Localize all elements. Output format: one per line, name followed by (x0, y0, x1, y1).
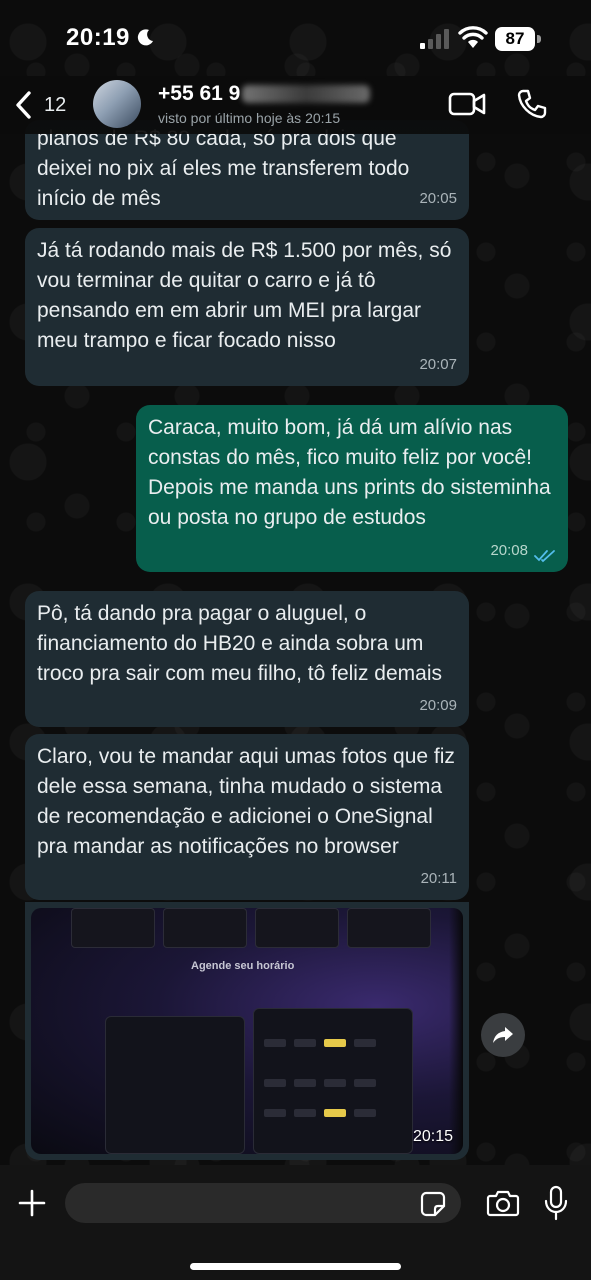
last-seen: visto por último hoje às 20:15 (158, 110, 341, 126)
battery-cap (537, 35, 541, 43)
photo-chip (354, 1109, 376, 1117)
sticker-icon[interactable] (420, 1191, 446, 1217)
cellular-signal-icon (420, 29, 449, 49)
contact-info[interactable]: +55 61 9 visto por último hoje às 20:15 (158, 82, 428, 126)
photo-card (71, 908, 155, 948)
forward-icon (493, 1027, 513, 1043)
battery-indicator: 87 (495, 27, 541, 51)
phone-icon[interactable] (516, 88, 548, 120)
photo-chip-selected (324, 1109, 346, 1117)
photo-chip (264, 1109, 286, 1117)
photo-chip-selected (324, 1039, 346, 1047)
status-time: 20:19 (66, 24, 130, 51)
shared-photo[interactable]: Agende seu horário 20:15 (31, 908, 463, 1154)
photo-calendar-panel (253, 1008, 413, 1154)
photo-card (347, 908, 431, 948)
photo-form-panel (105, 1016, 245, 1154)
photo-service-cards (71, 908, 431, 948)
photo-chip (294, 1079, 316, 1087)
double-check-read-icon (534, 550, 555, 563)
moon-icon (137, 29, 153, 46)
message-text: Pô, tá dando pra pagar o aluguel, o fina… (37, 602, 442, 685)
message-text: Já tá rodando mais de R$ 1.500 por mês, … (37, 239, 452, 352)
image-message[interactable]: Agende seu horário 20:15 (25, 902, 469, 1160)
wifi-icon (458, 26, 488, 48)
photo-card (163, 908, 247, 948)
contact-name: +55 61 9 (158, 82, 428, 106)
photo-chip (264, 1039, 286, 1047)
plus-icon[interactable] (16, 1187, 48, 1219)
photo-screen-title: Agende seu horário (191, 960, 295, 972)
message-text: Caraca, muito bom, já dá um alívio nas c… (148, 416, 551, 529)
chat-header: 12 +55 61 9 visto por último hoje às 20:… (0, 76, 591, 134)
message-time: 20:09 (419, 697, 457, 714)
photo-chip (354, 1039, 376, 1047)
message-bubble-incoming[interactable]: Já tá rodando mais de R$ 1.500 por mês, … (25, 228, 469, 386)
message-time: 20:07 (419, 356, 457, 373)
unread-count: 12 (44, 93, 67, 116)
message-input[interactable] (65, 1183, 461, 1223)
message-time: 20:05 (419, 190, 457, 207)
photo-chip (354, 1079, 376, 1087)
message-bubble-incoming[interactable]: Claro, vou te mandar aqui umas fotos que… (25, 734, 469, 900)
back-button[interactable]: 12 (14, 88, 84, 122)
redacted-number (242, 85, 371, 103)
photo-chip (324, 1079, 346, 1087)
message-bubble-incoming[interactable]: Pô, tá dando pra pagar o aluguel, o fina… (25, 591, 469, 727)
message-bubble-outgoing[interactable]: Caraca, muito bom, já dá um alívio nas c… (136, 405, 568, 572)
message-composer (0, 1165, 591, 1280)
battery-level: 87 (495, 27, 535, 51)
forward-button[interactable] (481, 1013, 525, 1057)
status-bar: 20:19 87 (0, 0, 591, 76)
photo-chip (264, 1079, 286, 1087)
message-bubble-incoming[interactable]: planos de R$ 80 cada, só pra dois que de… (25, 120, 469, 220)
message-text: Claro, vou te mandar aqui umas fotos que… (37, 745, 455, 858)
message-time: 20:08 (490, 542, 528, 559)
microphone-icon[interactable] (543, 1185, 569, 1221)
message-time: 20:15 (412, 1128, 453, 1145)
photo-edge-shadow (449, 908, 463, 1154)
photo-chip (294, 1039, 316, 1047)
photo-card (255, 908, 339, 948)
video-call-icon[interactable] (448, 90, 486, 118)
contact-phone: +55 61 9 (158, 82, 241, 105)
message-time: 20:11 (420, 870, 457, 887)
contact-avatar[interactable] (93, 80, 141, 128)
photo-chip (294, 1109, 316, 1117)
chevron-left-icon (16, 91, 31, 119)
home-indicator (190, 1263, 401, 1270)
message-text: planos de R$ 80 cada, só pra dois que de… (37, 127, 410, 210)
camera-icon[interactable] (486, 1189, 520, 1217)
